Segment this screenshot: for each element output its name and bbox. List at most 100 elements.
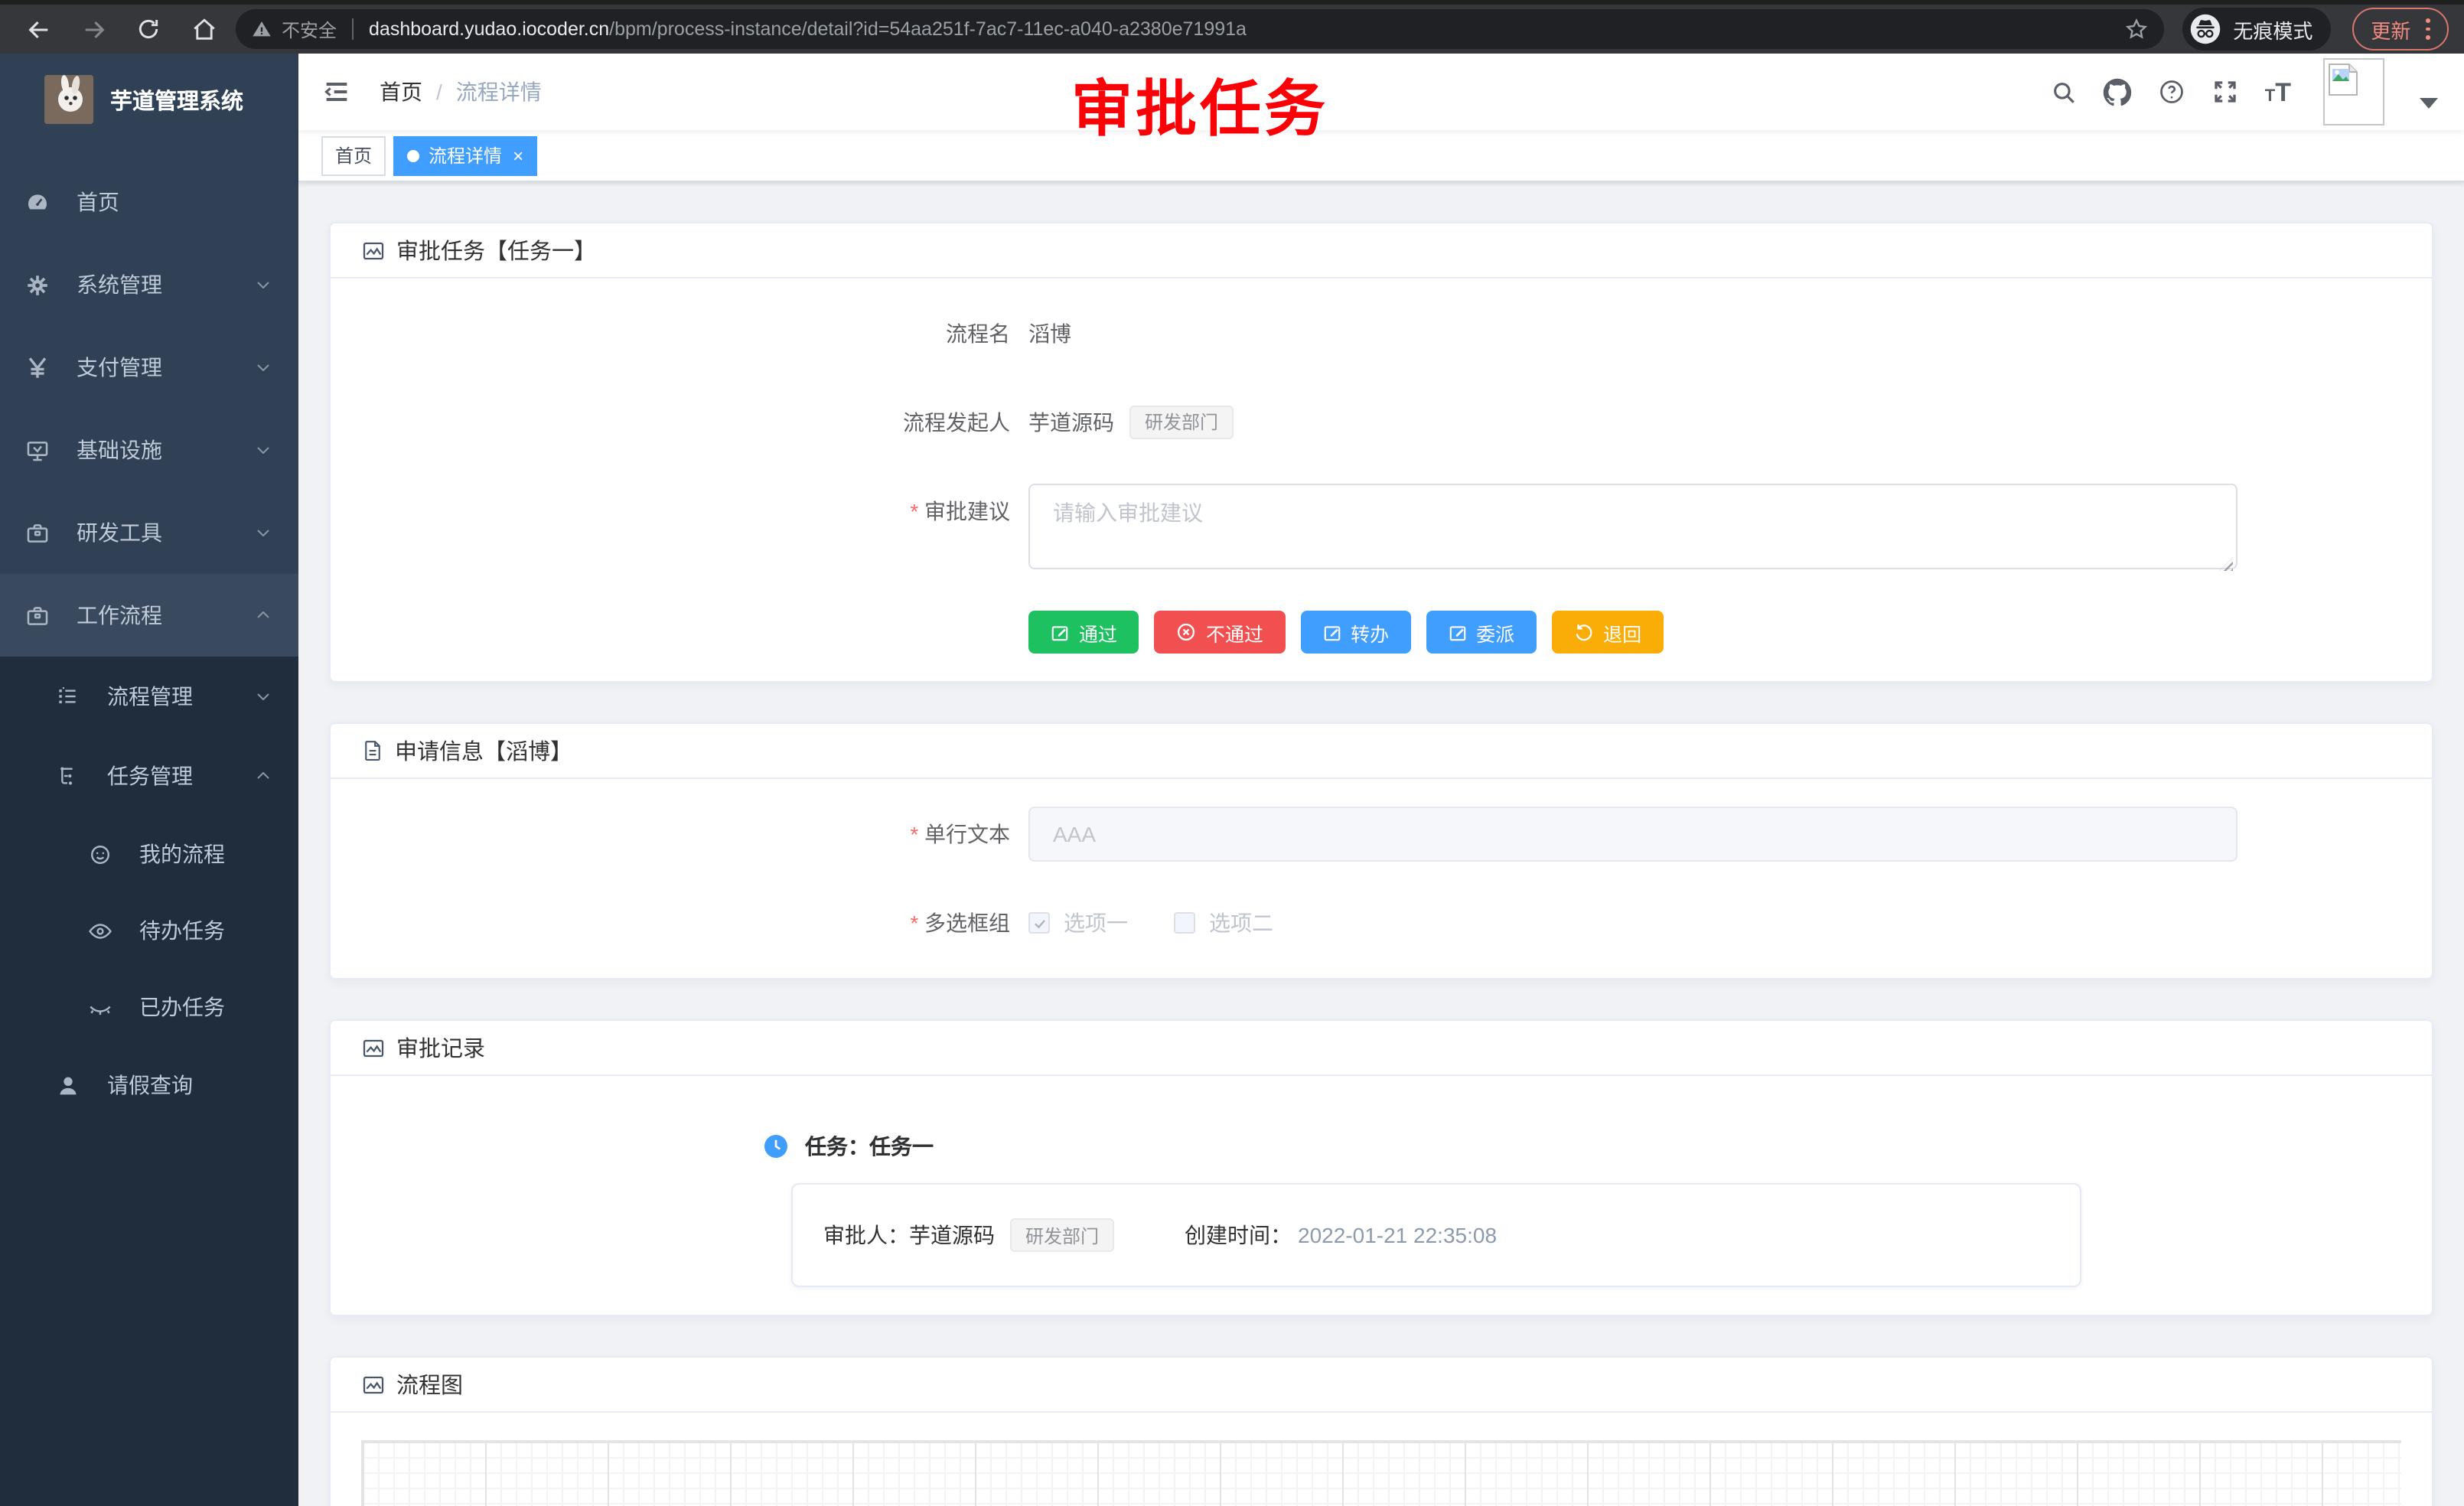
url-host: dashboard.yudao.iocoder.cn bbox=[369, 18, 609, 40]
url-divider bbox=[352, 18, 354, 40]
suggestion-textarea[interactable] bbox=[1028, 484, 2237, 569]
sidebar-item-label: 工作流程 bbox=[77, 600, 162, 631]
close-icon[interactable]: × bbox=[513, 146, 523, 165]
approver-value: 芋道源码 bbox=[909, 1220, 995, 1250]
process-name-row: 流程名 滔博 bbox=[361, 306, 2401, 361]
chevron-down-icon bbox=[254, 523, 272, 542]
approval-task-card-header: 审批任务【任务一】 bbox=[331, 223, 2432, 279]
search-icon[interactable] bbox=[2051, 79, 2077, 105]
refresh-icon[interactable] bbox=[125, 9, 171, 49]
card-title: 审批任务【任务一】 bbox=[396, 234, 596, 266]
sidebar-item-label: 任务管理 bbox=[107, 761, 193, 791]
return-button[interactable]: 退回 bbox=[1551, 611, 1663, 654]
edit-icon bbox=[1447, 622, 1467, 642]
update-menu-button[interactable]: 更新 bbox=[2352, 8, 2449, 51]
avatar[interactable] bbox=[2323, 58, 2384, 126]
button-label: 转办 bbox=[1351, 618, 1389, 647]
tab-label: 首页 bbox=[335, 142, 372, 168]
chevron-up-icon bbox=[254, 767, 272, 785]
bookmark-star-icon[interactable] bbox=[2124, 17, 2149, 41]
incognito-icon bbox=[2189, 12, 2222, 46]
sidebar-item-my-processes[interactable]: 我的流程 bbox=[0, 816, 298, 892]
sidebar-item-label: 系统管理 bbox=[77, 269, 162, 300]
clock-icon bbox=[762, 1133, 790, 1160]
address-bar[interactable]: 不安全 dashboard.yudao.iocoder.cn/bpm/proce… bbox=[236, 9, 2164, 49]
sidebar-item-leave-query[interactable]: 请假查询 bbox=[0, 1045, 298, 1125]
hamburger-icon[interactable] bbox=[321, 77, 364, 107]
chevron-down-icon bbox=[254, 275, 272, 294]
caret-down-icon[interactable] bbox=[2420, 97, 2438, 108]
user-icon bbox=[55, 1072, 86, 1098]
bpmn-canvas[interactable] bbox=[361, 1440, 2401, 1506]
sidebar-item-workflow[interactable]: 工作流程 bbox=[0, 574, 298, 657]
chevron-up-icon bbox=[254, 606, 272, 624]
card-title: 流程图 bbox=[396, 1368, 463, 1400]
delegate-button[interactable]: 委派 bbox=[1426, 611, 1536, 654]
button-label: 通过 bbox=[1079, 618, 1117, 647]
approval-record-card: 审批记录 任务：任务一 审批人： 芋道源码 研发部门 bbox=[329, 1019, 2433, 1316]
incognito-badge: 无痕模式 bbox=[2182, 8, 2331, 51]
sidebar-item-infrastructure[interactable]: 基础设施 bbox=[0, 409, 298, 491]
card-title: 审批记录 bbox=[396, 1032, 485, 1064]
initiator-value: 芋道源码 研发部门 bbox=[1028, 395, 1234, 450]
transfer-button[interactable]: 转办 bbox=[1300, 611, 1410, 654]
checkbox-checked-icon bbox=[1028, 912, 1050, 934]
sidebar-item-system[interactable]: 系统管理 bbox=[0, 243, 298, 326]
security-label: 不安全 bbox=[282, 16, 337, 42]
sidebar-item-label: 流程管理 bbox=[107, 681, 193, 712]
initiator-name: 芋道源码 bbox=[1028, 395, 1114, 450]
gear-icon bbox=[24, 272, 55, 298]
approval-actions: 通过 不通过 转办 委 bbox=[1028, 611, 2401, 654]
checkbox-option-2: 选项二 bbox=[1174, 895, 1273, 950]
font-size-icon[interactable]: TT bbox=[2265, 79, 2291, 105]
briefcase-icon bbox=[24, 602, 55, 628]
update-label: 更新 bbox=[2371, 15, 2410, 44]
breadcrumb-separator: / bbox=[436, 80, 442, 104]
reject-button[interactable]: 不通过 bbox=[1154, 611, 1285, 654]
forward-icon[interactable] bbox=[70, 9, 116, 49]
fullscreen-icon[interactable] bbox=[2211, 78, 2239, 106]
initiator-label: 流程发起人 bbox=[361, 395, 1028, 450]
suggestion-row: 审批建议 bbox=[361, 484, 2401, 577]
dept-tag: 研发部门 bbox=[1010, 1218, 1114, 1252]
annotation-overlay: 审批任务 bbox=[1071, 60, 1328, 148]
sidebar-item-process-management[interactable]: 流程管理 bbox=[0, 657, 298, 736]
github-icon[interactable] bbox=[2103, 77, 2132, 106]
button-label: 不通过 bbox=[1206, 618, 1263, 647]
dashboard-icon bbox=[24, 189, 55, 215]
sidebar-item-done-tasks[interactable]: 已办任务 bbox=[0, 969, 298, 1045]
sidebar-logo[interactable]: 芋道管理系统 bbox=[0, 54, 298, 133]
flow-chart-card: 流程图 bbox=[329, 1356, 2433, 1506]
circle-close-icon bbox=[1175, 621, 1197, 643]
tab-process-detail[interactable]: 流程详情 × bbox=[393, 135, 537, 175]
breadcrumb-home[interactable]: 首页 bbox=[380, 77, 422, 107]
help-icon[interactable] bbox=[2158, 78, 2185, 106]
menu-dots-icon bbox=[2426, 19, 2430, 40]
url-text: dashboard.yudao.iocoder.cn/bpm/process-i… bbox=[369, 18, 2115, 40]
application-info-card-header: 申请信息【滔博】 bbox=[331, 724, 2432, 779]
tab-home[interactable]: 首页 bbox=[321, 135, 386, 175]
url-path: /bpm/process-instance/detail?id=54aa251f… bbox=[609, 18, 1247, 40]
sidebar-item-label: 支付管理 bbox=[77, 352, 162, 383]
approver-label: 审批人： bbox=[823, 1220, 909, 1250]
browser-toolbar: 不安全 dashboard.yudao.iocoder.cn/bpm/proce… bbox=[0, 0, 2464, 54]
tab-label: 流程详情 bbox=[429, 142, 502, 168]
sidebar-item-label: 首页 bbox=[77, 187, 119, 217]
approve-button[interactable]: 通过 bbox=[1028, 611, 1139, 654]
refresh-left-icon bbox=[1573, 621, 1594, 643]
incognito-label: 无痕模式 bbox=[2233, 15, 2312, 44]
home-icon[interactable] bbox=[181, 9, 227, 49]
sidebar-item-dev-tools[interactable]: 研发工具 bbox=[0, 491, 298, 574]
sidebar-item-payment[interactable]: 支付管理 bbox=[0, 326, 298, 409]
sidebar-item-todo-tasks[interactable]: 待办任务 bbox=[0, 892, 298, 969]
eye-closed-icon bbox=[87, 994, 118, 1020]
not-secure-warning-icon bbox=[251, 18, 272, 40]
face-icon bbox=[87, 841, 118, 867]
sidebar-item-task-management[interactable]: 任务管理 bbox=[0, 736, 298, 816]
back-icon[interactable] bbox=[15, 9, 61, 49]
chevron-down-icon bbox=[254, 358, 272, 376]
chevron-down-icon bbox=[254, 441, 272, 459]
sidebar-item-label: 待办任务 bbox=[139, 915, 225, 946]
sidebar-item-home[interactable]: 首页 bbox=[0, 161, 298, 243]
process-name-value: 滔博 bbox=[1028, 306, 1071, 361]
